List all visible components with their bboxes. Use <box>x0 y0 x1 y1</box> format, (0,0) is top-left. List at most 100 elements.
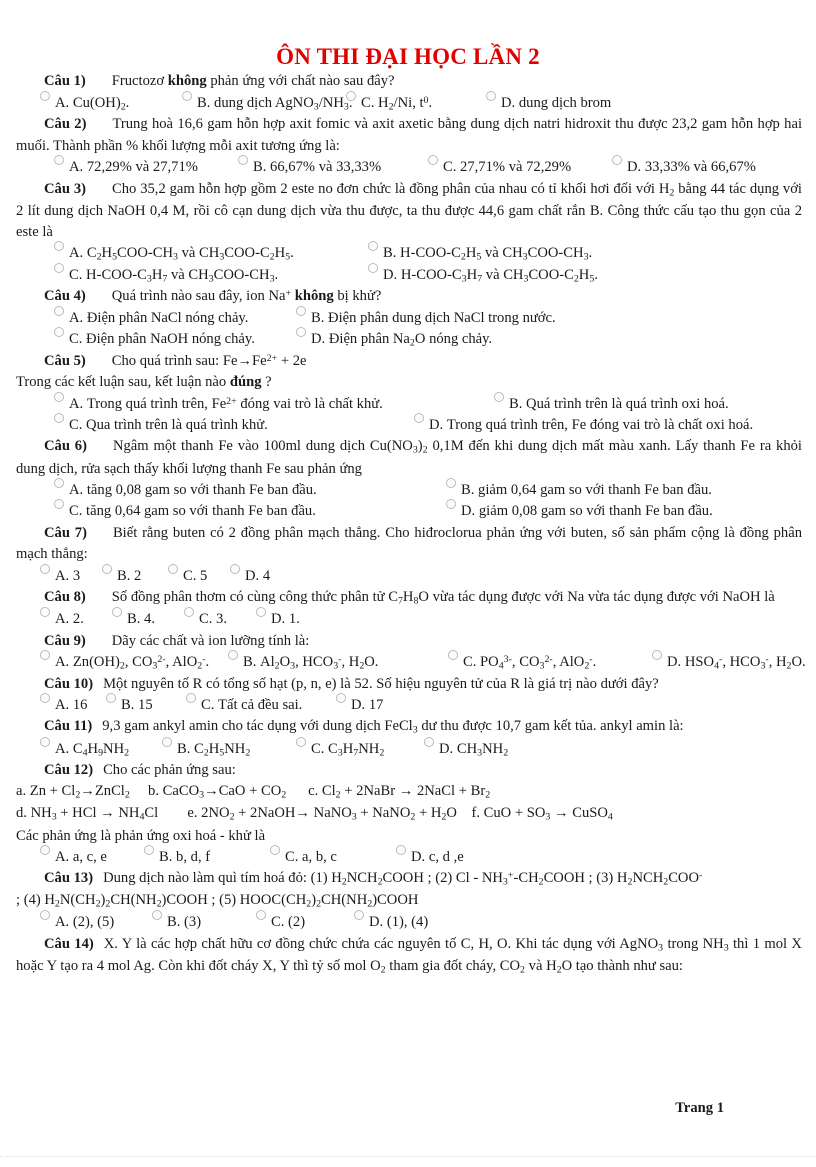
option-5-D[interactable]: D. Trong quá trình trên, Fe đóng vai trò… <box>414 413 753 436</box>
radio-icon[interactable] <box>414 413 424 424</box>
option-4-B[interactable]: B. Điện phân dung dịch NaCl trong nước. <box>296 305 556 329</box>
option-6-D[interactable]: D. giảm 0,08 gam so với thanh Fe ban đầu… <box>446 499 713 522</box>
option-10-A[interactable]: A. 16 <box>40 693 87 716</box>
radio-icon[interactable] <box>612 155 622 166</box>
option-12-C[interactable]: C. a, b, c <box>270 844 337 868</box>
option-1-C[interactable]: C. H2/Ni, t0. <box>346 90 432 115</box>
option-12-D[interactable]: D. c, d ,e <box>396 844 464 868</box>
radio-icon[interactable] <box>54 499 64 510</box>
option-10-C[interactable]: C. Tất cả đều sai. <box>186 693 302 716</box>
option-3-C[interactable]: C. H-COO-C3H7 và CH3COO-CH3. <box>54 262 278 287</box>
option-2-B[interactable]: B. 66,67% và 33,33% <box>238 155 381 178</box>
radio-icon[interactable] <box>346 90 356 101</box>
radio-icon[interactable] <box>54 413 64 424</box>
radio-icon[interactable] <box>486 90 496 101</box>
option-5-B[interactable]: B. Quá trình trên là quá trình oxi hoá. <box>494 391 729 415</box>
option-10-B[interactable]: B. 15 <box>106 693 153 716</box>
option-12-B[interactable]: B. b, d, f <box>144 844 210 868</box>
radio-icon[interactable] <box>494 391 504 402</box>
option-4-C[interactable]: C. Điện phân NaOH nóng chảy. <box>54 327 255 350</box>
option-4-A[interactable]: A. Điện phân NaCl nóng chảy. <box>54 305 248 329</box>
radio-icon[interactable] <box>112 607 122 618</box>
radio-icon[interactable] <box>54 305 64 316</box>
option-9-D[interactable]: D. HSO4-, HCO3-, H2O. <box>652 650 806 674</box>
radio-icon[interactable] <box>186 693 196 704</box>
radio-icon[interactable] <box>144 844 154 855</box>
radio-icon[interactable] <box>40 90 50 101</box>
option-9-A[interactable]: A. Zn(OH)2, CO32-, AlO2-. <box>40 650 209 674</box>
radio-icon[interactable] <box>228 650 238 661</box>
radio-icon[interactable] <box>368 241 378 252</box>
option-2-A[interactable]: A. 72,29% và 27,71% <box>54 155 198 178</box>
radio-icon[interactable] <box>152 910 162 921</box>
option-11-B[interactable]: B. C2H5NH2 <box>162 736 250 761</box>
radio-icon[interactable] <box>40 650 50 661</box>
option-7-C[interactable]: C. 5 <box>168 563 207 587</box>
radio-icon[interactable] <box>54 262 64 273</box>
radio-icon[interactable] <box>446 499 456 510</box>
radio-icon[interactable] <box>54 391 64 402</box>
radio-icon[interactable] <box>162 736 172 747</box>
radio-icon[interactable] <box>428 155 438 166</box>
radio-icon[interactable] <box>368 262 378 273</box>
option-6-A[interactable]: A. tăng 0,08 gam so với thanh Fe ban đầu… <box>54 477 317 501</box>
radio-icon[interactable] <box>336 693 346 704</box>
option-2-C[interactable]: C. 27,71% và 72,29% <box>428 155 571 178</box>
option-12-A[interactable]: A. a, c, e <box>40 844 107 868</box>
radio-icon[interactable] <box>184 607 194 618</box>
option-4-D[interactable]: D. Điện phân Na2O nóng chảy. <box>296 327 492 351</box>
radio-icon[interactable] <box>270 844 280 855</box>
option-7-A[interactable]: A. 3 <box>40 563 80 587</box>
option-8-D[interactable]: D. 1. <box>256 607 300 630</box>
radio-icon[interactable] <box>182 90 192 101</box>
radio-icon[interactable] <box>448 650 458 661</box>
option-5-C[interactable]: C. Qua trình trên là quá trình khử. <box>54 413 268 436</box>
option-6-C[interactable]: C. tăng 0,64 gam so với thanh Fe ban đầu… <box>54 499 316 522</box>
radio-icon[interactable] <box>296 736 306 747</box>
option-10-D[interactable]: D. 17 <box>336 693 383 716</box>
radio-icon[interactable] <box>652 650 662 661</box>
radio-icon[interactable] <box>296 327 306 338</box>
radio-icon[interactable] <box>54 327 64 338</box>
radio-icon[interactable] <box>40 910 50 921</box>
radio-icon[interactable] <box>40 736 50 747</box>
option-7-B[interactable]: B. 2 <box>102 563 141 587</box>
option-1-A[interactable]: A. Cu(OH)2. <box>40 90 129 115</box>
option-13-C[interactable]: C. (2) <box>256 910 305 933</box>
option-1-B[interactable]: B. dung dịch AgNO3/NH3. <box>182 90 352 115</box>
option-3-D[interactable]: D. H-COO-C3H7 và CH3COO-C2H5. <box>368 262 598 287</box>
option-3-A[interactable]: A. C2H5COO-CH3 và CH3COO-C2H5. <box>54 241 294 265</box>
radio-icon[interactable] <box>102 563 112 574</box>
radio-icon[interactable] <box>396 844 406 855</box>
option-8-B[interactable]: B. 4. <box>112 607 155 630</box>
radio-icon[interactable] <box>54 155 64 166</box>
radio-icon[interactable] <box>40 844 50 855</box>
option-11-A[interactable]: A. C4H9NH2 <box>40 736 129 761</box>
radio-icon[interactable] <box>168 563 178 574</box>
option-8-A[interactable]: A. 2. <box>40 607 84 630</box>
option-11-D[interactable]: D. CH3NH2 <box>424 736 508 761</box>
option-13-D[interactable]: D. (1), (4) <box>354 910 428 933</box>
option-8-C[interactable]: C. 3. <box>184 607 227 630</box>
radio-icon[interactable] <box>296 305 306 316</box>
radio-icon[interactable] <box>424 736 434 747</box>
option-5-A[interactable]: A. Trong quá trình trên, Fe2+ đóng vai t… <box>54 391 383 415</box>
radio-icon[interactable] <box>54 241 64 252</box>
option-13-B[interactable]: B. (3) <box>152 910 201 933</box>
radio-icon[interactable] <box>446 477 456 488</box>
radio-icon[interactable] <box>256 910 266 921</box>
option-9-C[interactable]: C. PO43-, CO32-, AlO2-. <box>448 650 596 674</box>
radio-icon[interactable] <box>256 607 266 618</box>
option-7-D[interactable]: D. 4 <box>230 563 270 587</box>
radio-icon[interactable] <box>54 477 64 488</box>
radio-icon[interactable] <box>354 910 364 921</box>
radio-icon[interactable] <box>230 563 240 574</box>
option-1-D[interactable]: D. dung dịch brom <box>486 90 611 114</box>
option-13-A[interactable]: A. (2), (5) <box>40 910 114 933</box>
radio-icon[interactable] <box>238 155 248 166</box>
radio-icon[interactable] <box>106 693 116 704</box>
option-9-B[interactable]: B. Al2O3, HCO3-, H2O. <box>228 650 378 674</box>
option-3-B[interactable]: B. H-COO-C2H5 và CH3COO-CH3. <box>368 241 592 265</box>
radio-icon[interactable] <box>40 693 50 704</box>
option-6-B[interactable]: B. giảm 0,64 gam so với thanh Fe ban đầu… <box>446 477 712 501</box>
